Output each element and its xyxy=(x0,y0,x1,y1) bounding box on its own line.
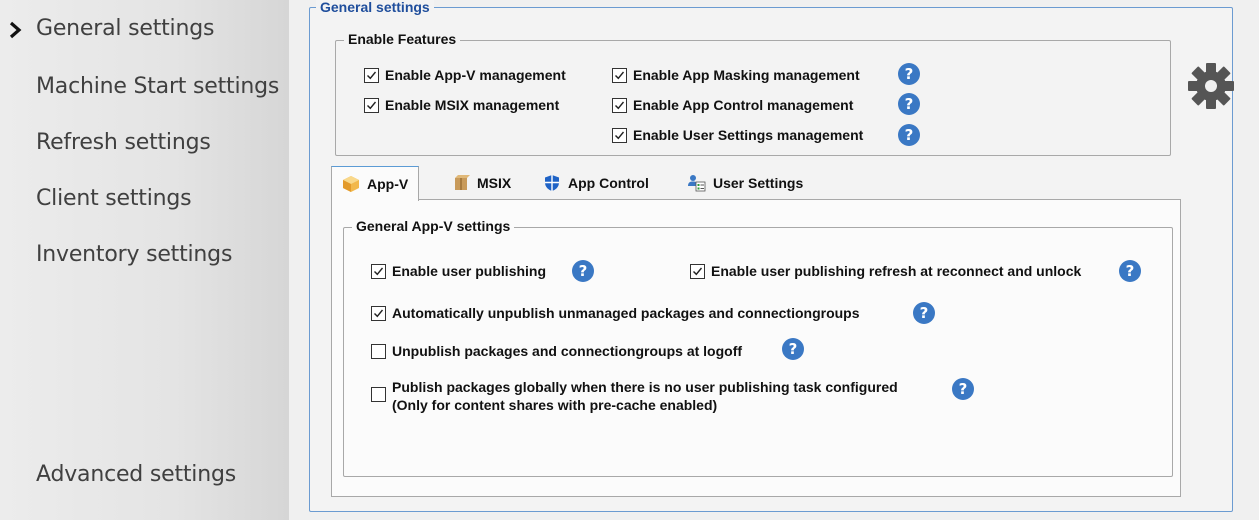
help-unpublish-logoff-icon[interactable]: ? xyxy=(782,338,804,360)
tab-label: App Control xyxy=(568,175,649,191)
tab-label: User Settings xyxy=(713,175,804,191)
checkmark-icon xyxy=(367,71,377,79)
checkbox-box[interactable] xyxy=(371,305,386,321)
checkbox-label: Enable App Control management xyxy=(633,97,854,113)
checkmark-icon xyxy=(693,267,703,275)
tab-app-control[interactable]: App Control xyxy=(543,166,649,200)
help-auto-unpublish-icon[interactable]: ? xyxy=(913,302,935,324)
checkbox-box[interactable] xyxy=(690,263,705,279)
checkmark-icon xyxy=(615,101,625,109)
tab-msix[interactable]: MSIX xyxy=(452,166,511,200)
tab-user-settings[interactable]: User Settings xyxy=(688,166,803,200)
unpublish-at-logoff-checkbox[interactable]: Unpublish packages and connectiongroups … xyxy=(371,343,742,359)
sidebar-item-advanced-settings[interactable]: Advanced settings xyxy=(36,462,236,487)
checkbox-box[interactable] xyxy=(612,97,627,113)
checkmark-icon xyxy=(615,131,625,139)
enable-user-publishing-checkbox[interactable]: Enable user publishing xyxy=(371,263,546,279)
appv-package-icon xyxy=(343,176,359,192)
general-appv-settings-title: General App-V settings xyxy=(352,218,515,234)
checkbox-label: Automatically unpublish unmanaged packag… xyxy=(392,305,860,321)
sidebar-item-inventory-settings[interactable]: Inventory settings xyxy=(36,242,232,267)
tab-appv[interactable]: App-V xyxy=(331,166,420,201)
shield-icon xyxy=(545,175,559,191)
help-publishing-refresh-icon[interactable]: ? xyxy=(1119,260,1141,282)
user-settings-icon xyxy=(688,175,706,192)
checkbox-box[interactable] xyxy=(612,67,627,83)
sidebar-item-general-settings[interactable]: General settings xyxy=(36,16,214,41)
auto-unpublish-unmanaged-checkbox[interactable]: Automatically unpublish unmanaged packag… xyxy=(371,305,860,321)
checkbox-label: Unpublish packages and connectiongroups … xyxy=(392,343,743,359)
enable-appv-checkbox[interactable]: Enable App-V management xyxy=(364,67,566,83)
checkbox-label: Enable user publishing xyxy=(392,263,547,279)
checkbox-label: Publish packages globally when there is … xyxy=(392,378,898,414)
sidebar: General settings Machine Start settings … xyxy=(0,0,289,520)
tab-label: App-V xyxy=(367,176,409,192)
enable-user-settings-checkbox[interactable]: Enable User Settings management xyxy=(612,127,863,143)
checkbox-label: Enable user publishing refresh at reconn… xyxy=(711,263,1082,279)
checkmark-icon xyxy=(374,309,384,317)
msix-box-icon xyxy=(455,175,470,190)
checkbox-box[interactable] xyxy=(612,127,627,143)
enable-features-title: Enable Features xyxy=(344,31,461,47)
checkbox-label: Enable MSIX management xyxy=(385,97,560,113)
checkbox-box[interactable] xyxy=(371,387,386,402)
checkmark-icon xyxy=(615,71,625,79)
checkbox-box[interactable] xyxy=(364,97,379,113)
checkbox-box[interactable] xyxy=(364,67,379,83)
general-settings-title: General settings xyxy=(316,0,434,15)
checkmark-icon xyxy=(367,101,377,109)
checkbox-box[interactable] xyxy=(371,343,386,359)
checkbox-label: Enable App Masking management xyxy=(633,67,860,83)
publish-globally-checkbox[interactable]: Publish packages globally when there is … xyxy=(371,378,898,414)
checkbox-label: Enable User Settings management xyxy=(633,127,864,143)
enable-msix-checkbox[interactable]: Enable MSIX management xyxy=(364,97,559,113)
enable-publishing-refresh-checkbox[interactable]: Enable user publishing refresh at reconn… xyxy=(690,263,1081,279)
sidebar-item-machine-start-settings[interactable]: Machine Start settings xyxy=(36,74,279,99)
gear-icon[interactable] xyxy=(1185,60,1237,112)
enable-app-masking-checkbox[interactable]: Enable App Masking management xyxy=(612,67,860,83)
checkbox-box[interactable] xyxy=(371,263,386,279)
chevron-right-icon xyxy=(9,21,22,39)
tab-label: MSIX xyxy=(477,175,512,191)
enable-app-control-checkbox[interactable]: Enable App Control management xyxy=(612,97,853,113)
checkbox-label: Enable App-V management xyxy=(385,67,566,83)
checkbox-label-line2: (Only for content shares with pre-cache … xyxy=(392,397,718,413)
help-app-control-icon[interactable]: ? xyxy=(898,93,920,115)
checkmark-icon xyxy=(374,267,384,275)
checkbox-label-line1: Publish packages globally when there is … xyxy=(392,379,898,395)
help-user-publishing-icon[interactable]: ? xyxy=(572,260,594,282)
help-app-masking-icon[interactable]: ? xyxy=(898,63,920,85)
sidebar-item-refresh-settings[interactable]: Refresh settings xyxy=(36,130,211,155)
help-publish-globally-icon[interactable]: ? xyxy=(952,378,974,400)
help-user-settings-icon[interactable]: ? xyxy=(898,124,920,146)
sidebar-item-client-settings[interactable]: Client settings xyxy=(36,186,192,211)
